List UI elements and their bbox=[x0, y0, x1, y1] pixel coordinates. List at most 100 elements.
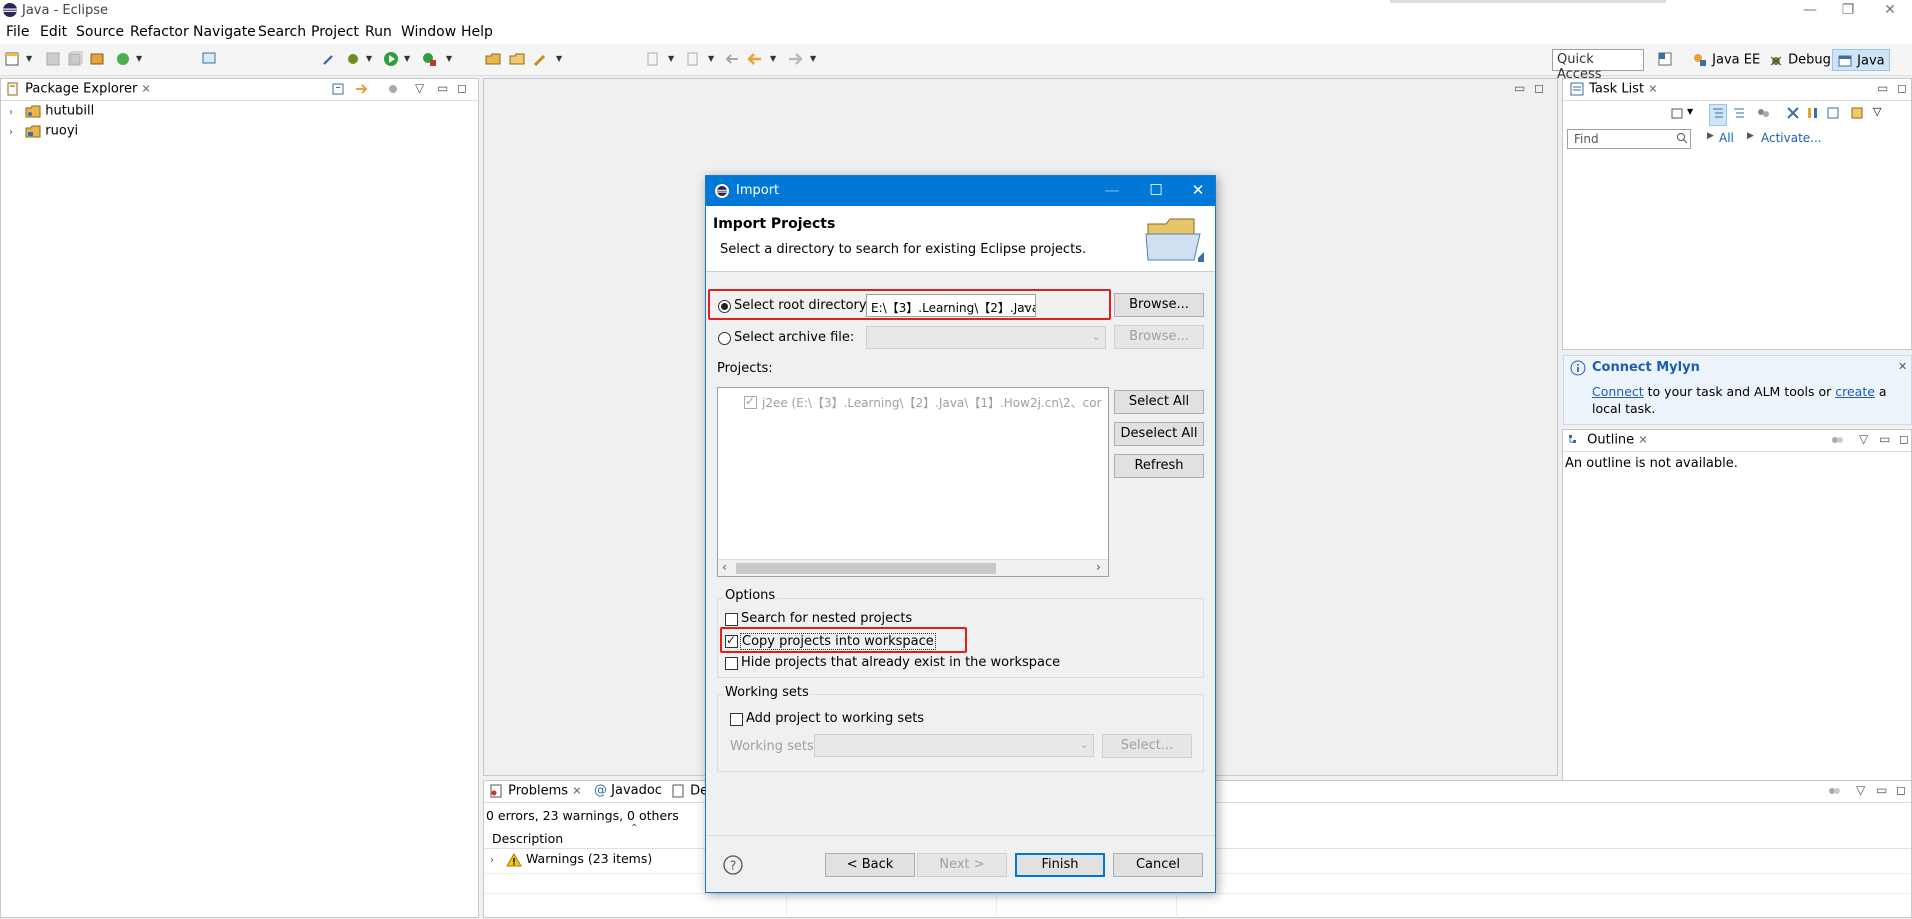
console-icon[interactable] bbox=[200, 50, 218, 68]
close-tab-icon[interactable]: ✕ bbox=[572, 785, 581, 798]
tab-outline[interactable]: Outline ✕ bbox=[1567, 432, 1648, 448]
close-icon[interactable]: ✕ bbox=[1188, 181, 1208, 199]
sync-icon[interactable] bbox=[1849, 105, 1865, 125]
back-dropdown-icon[interactable]: ▼ bbox=[770, 54, 776, 63]
project-hutubill[interactable]: › hutubill bbox=[9, 103, 94, 119]
save-icon[interactable] bbox=[44, 50, 62, 68]
close-tab-icon[interactable]: ✕ bbox=[141, 83, 150, 96]
link-with-editor-icon[interactable] bbox=[353, 81, 369, 100]
menu-help[interactable]: Help bbox=[461, 24, 493, 40]
new-task-dropdown-icon[interactable]: ▼ bbox=[1687, 107, 1693, 116]
archive-file-radio[interactable] bbox=[718, 332, 731, 345]
minimize-icon[interactable]: — bbox=[1800, 2, 1820, 18]
create-link[interactable]: create bbox=[1835, 384, 1875, 399]
perspective-java[interactable]: Java bbox=[1832, 49, 1890, 71]
scheduled-icon[interactable] bbox=[1731, 105, 1747, 125]
close-tab-icon[interactable]: ✕ bbox=[1648, 83, 1657, 96]
quick-access-input[interactable]: Quick Access bbox=[1552, 49, 1644, 82]
nested-projects-checkbox[interactable] bbox=[725, 613, 738, 626]
deselect-all-button[interactable]: Deselect All bbox=[1114, 422, 1204, 446]
menu-window[interactable]: Window bbox=[401, 24, 456, 40]
maximize-icon[interactable]: ☐ bbox=[1146, 181, 1166, 199]
chevron-left-icon[interactable]: ‹ bbox=[722, 560, 727, 574]
perspective-java-ee[interactable]: Java EE bbox=[1688, 49, 1764, 71]
activate-link[interactable]: Activate... bbox=[1761, 131, 1822, 145]
collapse-tasks-icon[interactable] bbox=[1825, 105, 1841, 125]
menu-search[interactable]: Search bbox=[258, 24, 306, 40]
run-icon[interactable] bbox=[382, 50, 400, 68]
archive-file-combo[interactable]: ⌄ bbox=[866, 326, 1106, 349]
view-menu-icon[interactable]: ▽ bbox=[1873, 105, 1881, 118]
focus-icon[interactable] bbox=[385, 81, 401, 100]
browse-archive-button[interactable]: Browse... bbox=[1114, 325, 1204, 349]
refresh-dropdown-icon[interactable]: ▼ bbox=[136, 54, 142, 63]
filter-all-link[interactable]: All bbox=[1719, 131, 1734, 145]
menu-project[interactable]: Project bbox=[311, 24, 359, 40]
close-tab-icon[interactable]: ✕ bbox=[1638, 434, 1647, 447]
restore-icon[interactable]: ❐ bbox=[1838, 2, 1858, 18]
pin-icon[interactable] bbox=[320, 50, 338, 68]
view-menu-icon[interactable]: ▽ bbox=[1859, 432, 1868, 446]
chevron-right-icon[interactable]: › bbox=[490, 855, 502, 866]
forward-dropdown-icon[interactable]: ▼ bbox=[810, 54, 816, 63]
collapse-all-icon[interactable] bbox=[331, 81, 347, 100]
hide-existing-checkbox[interactable] bbox=[725, 657, 738, 670]
run-dropdown-icon[interactable]: ▼ bbox=[404, 54, 410, 63]
show-team-icon[interactable] bbox=[1755, 105, 1771, 125]
minimize-icon[interactable]: — bbox=[1102, 181, 1122, 199]
next-button[interactable]: Next > bbox=[917, 853, 1007, 877]
open-type-icon[interactable] bbox=[484, 50, 502, 68]
external-tools-icon[interactable] bbox=[420, 50, 438, 68]
build-icon[interactable] bbox=[88, 50, 106, 68]
select-working-sets-button[interactable]: Select... bbox=[1102, 734, 1192, 758]
forward-icon[interactable] bbox=[786, 50, 804, 68]
minimize-view-icon[interactable]: ▭ bbox=[1876, 783, 1887, 797]
refresh-icon[interactable] bbox=[114, 50, 132, 68]
search-tool-icon[interactable] bbox=[532, 50, 550, 68]
categorized-icon[interactable] bbox=[1709, 104, 1727, 126]
minimize-view-icon[interactable]: ▭ bbox=[1879, 432, 1890, 446]
finish-button[interactable]: Finish bbox=[1015, 853, 1105, 877]
maximize-view-icon[interactable]: ◻ bbox=[457, 81, 467, 95]
chevron-right-icon[interactable]: › bbox=[9, 107, 21, 118]
tab-package-explorer[interactable]: Package Explorer ✕ bbox=[5, 81, 151, 97]
external-tools-dropdown-icon[interactable]: ▼ bbox=[446, 54, 452, 63]
refresh-button[interactable]: Refresh bbox=[1114, 454, 1204, 478]
close-icon[interactable]: ✕ bbox=[1880, 2, 1900, 18]
back-button[interactable]: < Back bbox=[825, 853, 915, 877]
back-icon[interactable] bbox=[746, 50, 764, 68]
debug-dropdown-icon[interactable]: ▼ bbox=[366, 54, 372, 63]
chevron-right-icon[interactable]: › bbox=[1096, 560, 1101, 574]
new-dropdown-icon[interactable]: ▼ bbox=[26, 54, 32, 63]
browse-directory-button[interactable]: Browse... bbox=[1114, 293, 1204, 317]
menu-run[interactable]: Run bbox=[365, 24, 392, 40]
menu-refactor[interactable]: Refactor bbox=[130, 24, 189, 40]
debug-icon[interactable] bbox=[344, 50, 362, 68]
task-find-input[interactable]: Find bbox=[1567, 129, 1691, 149]
maximize-view-icon[interactable]: ◻ bbox=[1897, 81, 1907, 95]
project-ruoyi[interactable]: › ruoyi bbox=[9, 123, 78, 139]
open-perspective-icon[interactable] bbox=[1656, 50, 1674, 68]
select-all-button[interactable]: Select All bbox=[1114, 390, 1204, 414]
focus-icon[interactable] bbox=[1826, 783, 1842, 802]
menu-file[interactable]: File bbox=[6, 24, 29, 40]
horizontal-scrollbar[interactable]: ‹ › bbox=[718, 559, 1108, 576]
search-dropdown-icon[interactable]: ▼ bbox=[556, 54, 562, 63]
minimize-view-icon[interactable]: ▭ bbox=[1877, 81, 1888, 95]
prev-annotation-icon[interactable] bbox=[684, 50, 702, 68]
tab-problems[interactable]: Problems ✕ bbox=[488, 783, 582, 799]
maximize-editor-icon[interactable]: ◻ bbox=[1534, 81, 1544, 95]
next-annotation-dropdown-icon[interactable]: ▼ bbox=[668, 54, 674, 63]
view-menu-icon[interactable]: ▽ bbox=[415, 81, 424, 95]
view-menu-icon[interactable]: ▽ bbox=[1856, 783, 1865, 797]
save-all-icon[interactable] bbox=[66, 50, 84, 68]
project-checkbox[interactable] bbox=[744, 394, 757, 409]
maximize-view-icon[interactable]: ◻ bbox=[1896, 783, 1906, 797]
perspective-debug[interactable]: Debug bbox=[1764, 49, 1835, 71]
add-working-sets-checkbox[interactable] bbox=[730, 713, 743, 726]
open-task-icon[interactable] bbox=[508, 50, 526, 68]
menu-source[interactable]: Source bbox=[76, 24, 124, 40]
menu-edit[interactable]: Edit bbox=[40, 24, 67, 40]
new-icon[interactable] bbox=[4, 50, 22, 68]
last-edit-icon[interactable] bbox=[724, 50, 742, 68]
